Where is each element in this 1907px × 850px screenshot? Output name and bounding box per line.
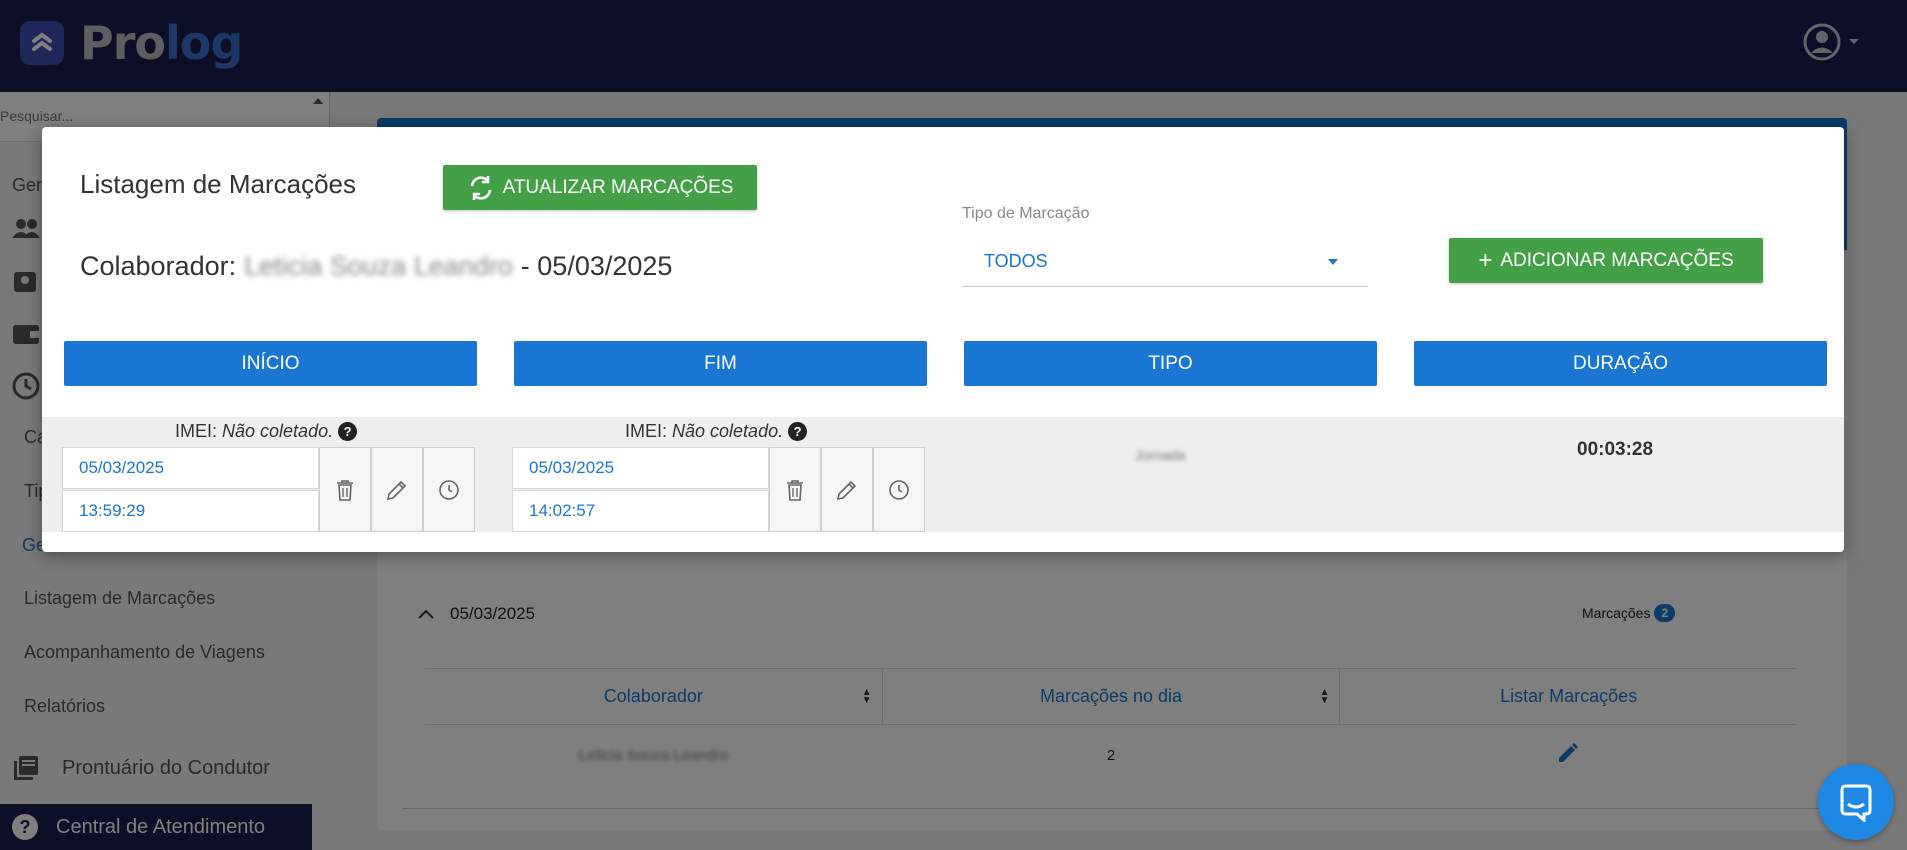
refresh-icon [470,175,491,200]
imei-fim: IMEI: Não coletado. ? [625,421,808,442]
add-marcacoes-button[interactable]: + ADICIONAR MARCAÇÕES [1449,238,1763,283]
trash-icon [337,479,353,501]
duracao-value: 00:03:28 [1577,439,1654,460]
collab-date: - 05/03/2025 [520,251,673,281]
clock-icon [439,479,459,500]
column-tipo: TIPO [964,341,1377,386]
imei-label: IMEI: [625,421,668,441]
trash-icon [787,479,803,501]
inicio-time-field[interactable]: 13:59:29 [62,490,319,532]
fim-edit-button[interactable] [821,447,873,532]
inicio-delete-button[interactable] [319,447,371,532]
collab-prefix: Colaborador: [80,251,237,281]
help-icon[interactable]: ? [788,422,808,441]
fim-clock-button[interactable] [873,447,925,532]
add-label: ADICIONAR MARCAÇÕES [1500,249,1734,271]
column-fim: FIM [514,341,927,386]
refresh-label: ATUALIZAR MARCAÇÕES [502,176,734,198]
imei-value: Não coletado. [672,421,784,441]
inicio-date-field[interactable]: 05/03/2025 [62,447,319,489]
column-inicio: INÍCIO [64,341,477,386]
refresh-marcacoes-button[interactable]: ATUALIZAR MARCAÇÕES [443,165,757,210]
imei-value: Não coletado. [222,421,334,441]
tipo-marcacao-label: Tipo de Marcação [962,205,1090,222]
marcacao-row: IMEI: Não coletado. ? 05/03/2025 13:59:2… [42,417,1844,532]
plus-icon: + [1478,246,1493,274]
fim-date-field[interactable]: 05/03/2025 [512,447,769,489]
pencil-icon [386,480,407,500]
help-icon[interactable]: ? [338,422,358,441]
column-duracao: DURAÇÃO [1414,341,1827,386]
chat-bubble-icon [1840,784,1872,822]
pencil-icon [836,480,857,500]
tipo-marcacao-value: TODOS [984,251,1048,271]
collab-name: Leticia Souza Leandro [244,251,513,281]
imei-label: IMEI: [175,421,218,441]
fim-delete-button[interactable] [769,447,821,532]
tipo-value: Jornada [1135,447,1186,463]
marcacoes-modal: Listagem de Marcações ATUALIZAR MARCAÇÕE… [42,127,1844,552]
clock-icon [889,479,909,500]
fim-time-field[interactable]: 14:02:57 [512,490,769,532]
collaborator-heading: Colaborador: Leticia Souza Leandro - 05/… [80,251,672,282]
modal-title: Listagem de Marcações [80,169,357,199]
chat-widget-button[interactable] [1818,764,1894,840]
inicio-clock-button[interactable] [423,447,475,532]
tipo-marcacao-select[interactable]: TODOS [962,237,1368,287]
caret-down-icon [1328,259,1338,265]
imei-inicio: IMEI: Não coletado. ? [175,421,358,442]
inicio-edit-button[interactable] [371,447,423,532]
